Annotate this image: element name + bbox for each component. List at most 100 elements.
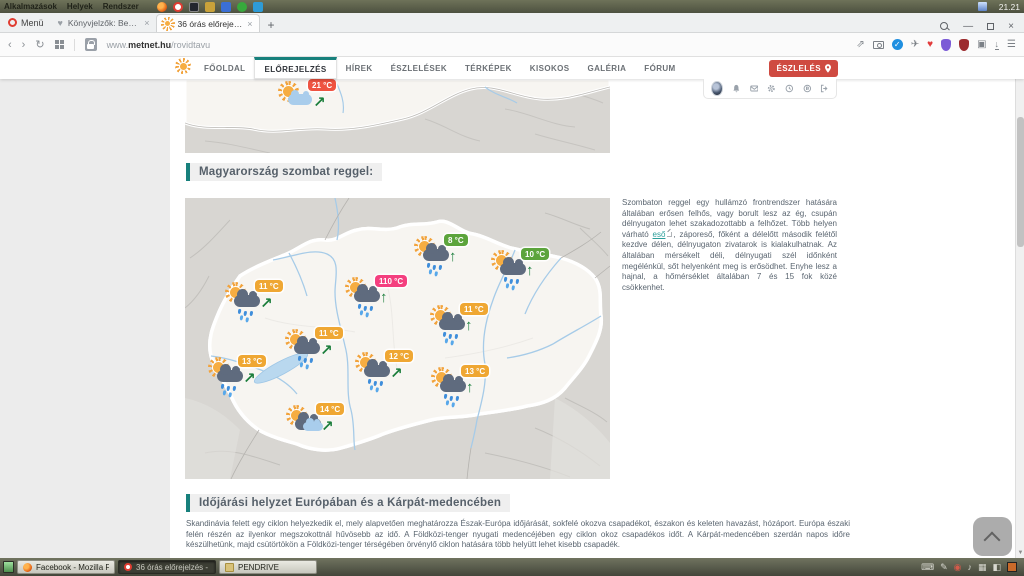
temperature-badge: 11 °C (255, 280, 283, 292)
verified-extension-icon[interactable]: ✓ (892, 39, 903, 50)
system-monitor-launcher-icon[interactable] (205, 2, 215, 12)
desktop-panel: Alkalmazások Helyek Rendszer 21.21 (0, 0, 1024, 13)
snapshot-extension-icon[interactable] (873, 41, 884, 49)
media-player-launcher-icon[interactable] (253, 2, 263, 12)
nav-item-eszlelesek[interactable]: ÉSZLELÉSEK (382, 57, 456, 79)
url-field[interactable]: www.metnet.hu/rovidtavu (107, 40, 211, 50)
maximize-button[interactable] (987, 23, 994, 30)
trend-arrow-up-icon (465, 317, 473, 334)
metnet-sun-favicon-icon (163, 19, 173, 29)
temperature-badge: 14 °C (316, 403, 344, 415)
scroll-to-top-button[interactable] (973, 517, 1012, 556)
privacy-shield-icon[interactable] (941, 39, 951, 51)
show-desktop-button[interactable] (3, 561, 14, 573)
firefox-launcher-icon[interactable] (157, 2, 167, 12)
nav-item-fooldal[interactable]: FŐOLDAL (195, 57, 254, 79)
speed-dial-icon[interactable] (55, 40, 64, 49)
package-extension-icon[interactable]: ▣ (977, 40, 986, 50)
network-tray-icon[interactable]: ▦ (978, 562, 987, 573)
taskbar: Facebook - Mozilla Fire... 36 órás előre… (0, 558, 1024, 576)
trend-arrow-ne-icon (390, 364, 403, 382)
lock-icon[interactable] (85, 38, 97, 51)
nav-item-hirek[interactable]: HÍREK (337, 57, 382, 79)
trend-arrow-ne-icon (260, 294, 273, 312)
map-pin-icon (825, 64, 831, 73)
eso-link[interactable]: eső (653, 230, 666, 239)
taskbar-item-pendrive[interactable]: PENDRIVE (219, 560, 317, 574)
minimize-button[interactable]: — (963, 21, 973, 32)
share-extension-icon[interactable]: ⇗ (856, 40, 864, 50)
tab-close-icon[interactable]: × (247, 19, 252, 29)
workspaces-launcher-icon[interactable] (221, 2, 231, 12)
weather-marker: 11 °C (432, 309, 502, 349)
notifications-bell-icon[interactable] (732, 83, 741, 94)
search-icon[interactable] (940, 22, 949, 31)
new-tab-button[interactable]: + (260, 18, 283, 32)
tab-forecast-active[interactable]: 36 órás előrejelzés × (156, 14, 260, 32)
taskbar-item-opera-active[interactable]: 36 órás előrejelzés - O... (118, 560, 216, 574)
reload-icon[interactable]: ↻ (35, 38, 44, 51)
terminal-launcher-icon[interactable] (189, 2, 199, 12)
heart-favicon-icon: ♥ (58, 18, 63, 28)
adblock-shield-icon[interactable] (959, 39, 969, 51)
url-www: www. (107, 40, 129, 50)
history-clock-icon[interactable] (785, 83, 794, 94)
temperature-badge: 10 °C (521, 248, 549, 260)
favorites-heart-icon[interactable]: ♥ (927, 40, 933, 50)
hungary-weather-map[interactable]: 8 °C 10 °C 110 °C 11 °C 11 °C 11 °C (185, 198, 610, 479)
nav-item-kisokos[interactable]: KISOKOS (521, 57, 579, 79)
workspace-pager[interactable] (1007, 562, 1017, 572)
temperature-badge: 13 °C (238, 355, 266, 367)
eszleles-button[interactable]: ÉSZLELÉS (769, 60, 838, 77)
customize-icon[interactable]: ☰ (1007, 40, 1016, 50)
opera-launcher-icon[interactable] (173, 2, 183, 12)
system-tray: ⌨ ✎ ◉ ♪ ▦ ◧ (921, 562, 1021, 573)
temperature-badge: 12 °C (385, 350, 413, 362)
nav-item-forum[interactable]: FÓRUM (635, 57, 684, 79)
section-heading-saturday-morning: Magyarország szombat reggel: (186, 163, 382, 181)
page-scrollbar[interactable]: ▼ (1015, 57, 1024, 558)
avatar[interactable] (711, 81, 723, 96)
settings-gear-icon[interactable] (767, 83, 776, 94)
web-viewport: FŐOLDAL ELŐREJELZÉS HÍREK ÉSZLELÉSEK TÉR… (0, 57, 1024, 558)
tab-close-icon[interactable]: × (144, 18, 149, 28)
back-icon[interactable]: ‹ (8, 39, 12, 51)
send-extension-icon[interactable]: ✈ (911, 40, 919, 50)
panel-menu-system[interactable]: Rendszer (103, 2, 139, 11)
nav-item-terkepek[interactable]: TÉRKÉPEK (456, 57, 521, 79)
nav-item-elorejelzes[interactable]: ELŐREJELZÉS (254, 57, 336, 79)
url-path: /rovidtavu (171, 40, 210, 50)
map-fragment-saturday-afternoon[interactable]: 21 °C (185, 79, 610, 153)
weather-marker: 110 °C (347, 281, 417, 321)
keyboard-tray-icon[interactable]: ⌨ (921, 562, 934, 573)
messages-envelope-icon[interactable] (750, 83, 759, 94)
temperature-badge: 21 °C (308, 79, 336, 91)
volume-tray-icon[interactable]: ♪ (967, 562, 972, 572)
tab-bookmarks[interactable]: ♥ Könyvjelzők: Besorolatl × (52, 14, 156, 32)
scrollbar-down-arrow-icon[interactable]: ▼ (1016, 549, 1024, 558)
downloads-icon[interactable]: ↓ (995, 40, 1000, 50)
record-tray-icon[interactable]: ◉ (954, 562, 962, 573)
utorrent-launcher-icon[interactable] (237, 2, 247, 12)
weather-marker: 12 °C (357, 356, 427, 396)
weather-marker: 14 °C (288, 409, 358, 449)
metnet-logo-sun-icon[interactable] (177, 59, 189, 77)
browser-tab-bar: Menü ♥ Könyvjelzők: Besorolatl × 36 órás… (0, 13, 1024, 33)
taskbar-item-firefox[interactable]: Facebook - Mozilla Fire... (17, 560, 115, 574)
clipboard-tray-icon[interactable]: ◧ (992, 562, 1001, 573)
registered-circle-icon[interactable] (803, 83, 812, 94)
weather-marker: 10 °C (493, 254, 563, 294)
logout-icon[interactable] (820, 83, 829, 94)
panel-menu-applications[interactable]: Alkalmazások (4, 2, 57, 11)
close-window-button[interactable]: × (1008, 21, 1014, 32)
panel-menu-places[interactable]: Helyek (67, 2, 93, 11)
url-domain: metnet.hu (128, 40, 171, 50)
opera-logo-icon (8, 18, 17, 27)
europe-situation-paragraph: Skandinávia felett egy ciklon helyezkedi… (186, 519, 850, 551)
panel-tray-icon[interactable] (978, 2, 987, 11)
scrollbar-thumb[interactable] (1017, 117, 1024, 247)
forward-icon[interactable]: › (22, 39, 26, 51)
opera-menu-button[interactable]: Menü (0, 13, 52, 32)
nav-item-galeria[interactable]: GALÉRIA (578, 57, 635, 79)
notes-tray-icon[interactable]: ✎ (940, 562, 948, 573)
